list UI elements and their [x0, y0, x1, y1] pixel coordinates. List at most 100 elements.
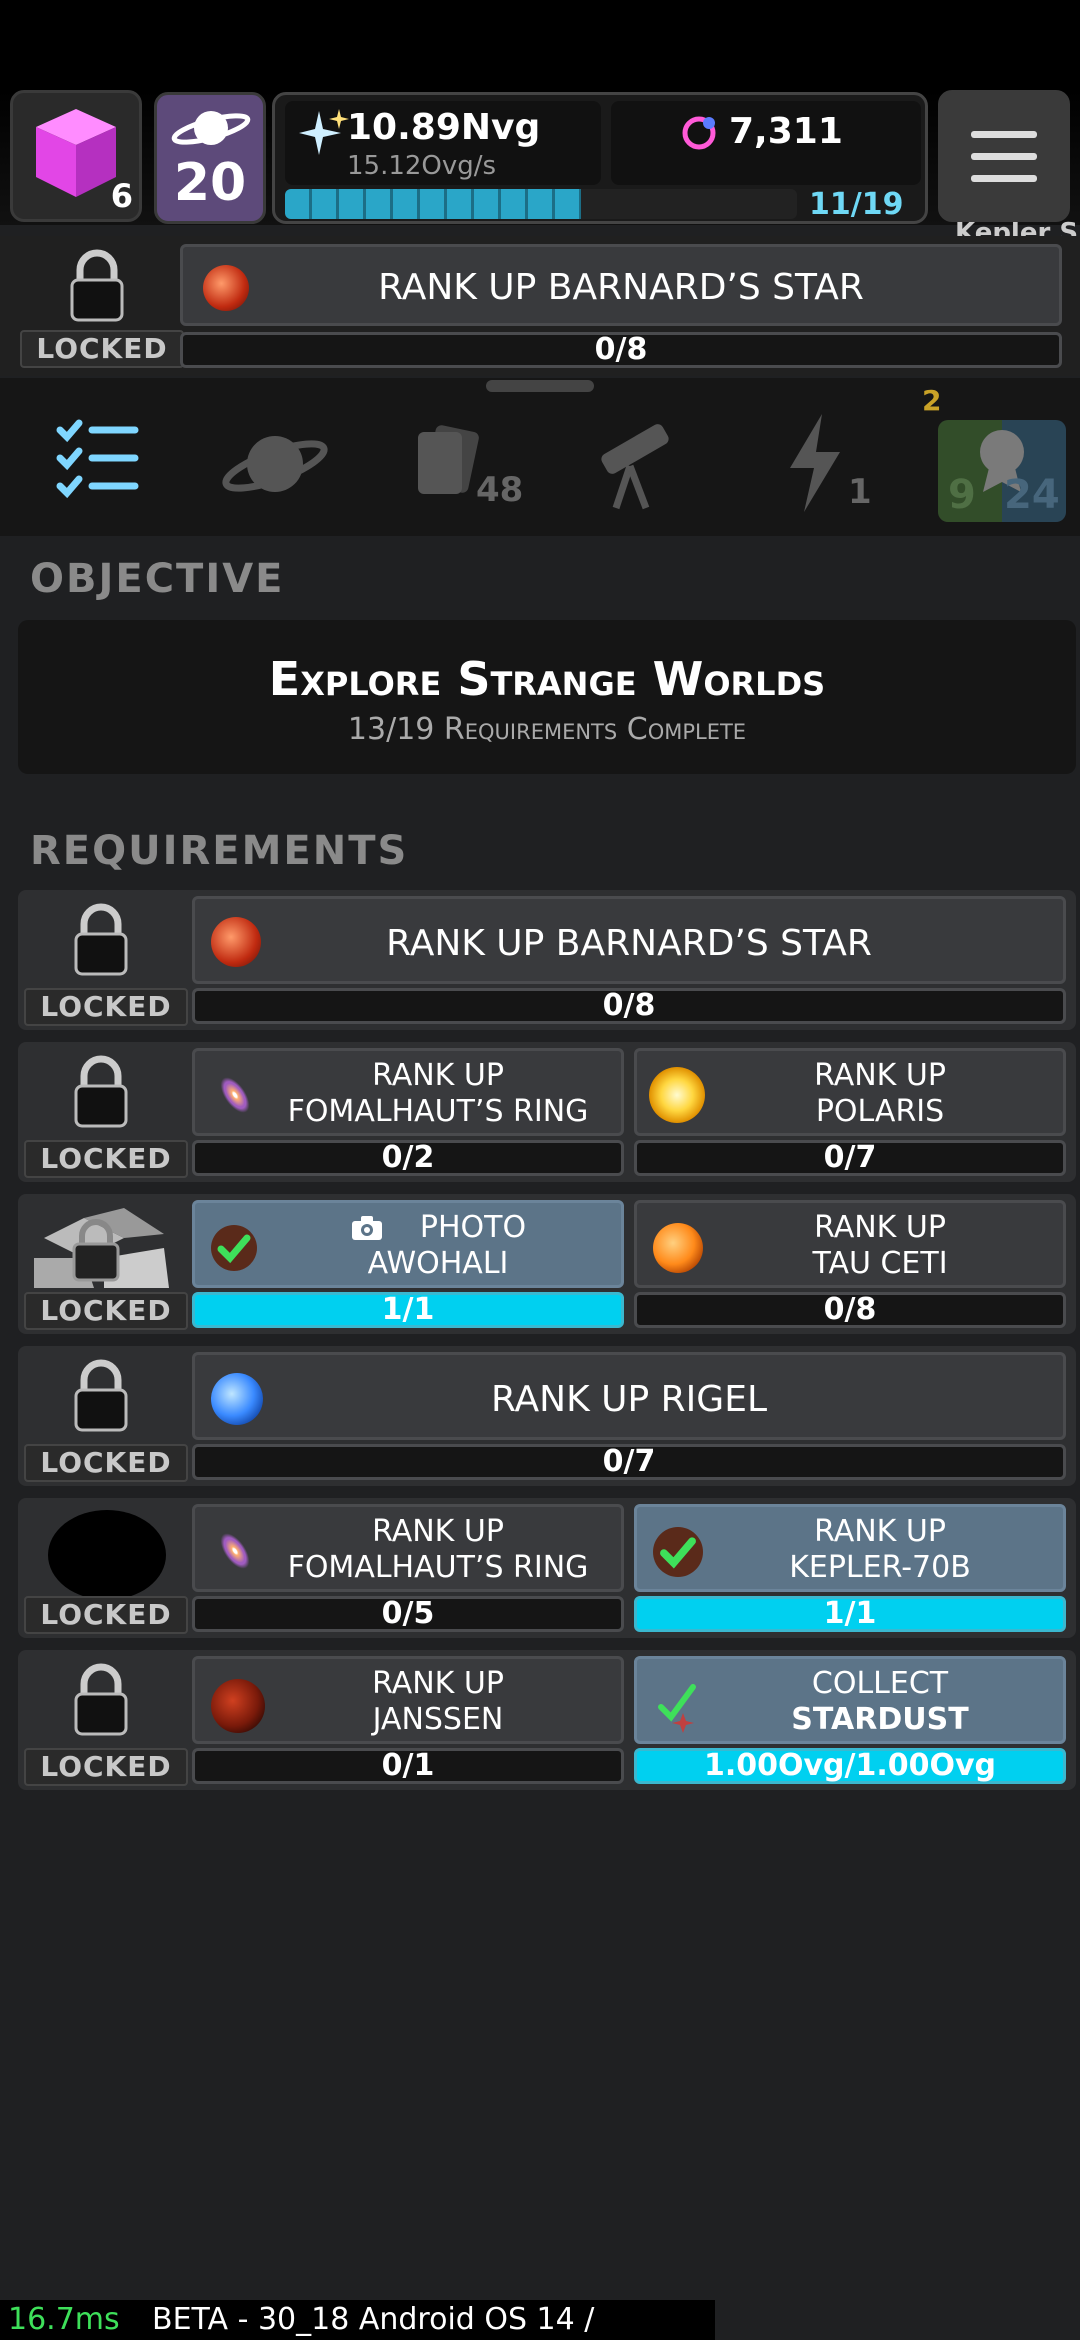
locked-label: LOCKED: [24, 1444, 188, 1482]
level-number: 20: [173, 153, 247, 213]
lock-icon: [34, 1208, 169, 1288]
card-title-line1: RANK UP: [372, 1058, 504, 1093]
rank-progress-bar: [285, 189, 797, 219]
check-icon: [211, 1225, 257, 1271]
locked-label: LOCKED: [24, 1292, 188, 1330]
card-progress: 0/1: [192, 1748, 624, 1784]
lock-column: LOCKED: [18, 1194, 188, 1334]
requirement-row: LOCKED RANK UP RIGEL 0/7: [18, 1346, 1076, 1486]
card-progress: 0/7: [192, 1444, 1066, 1480]
requirement-card-complete[interactable]: PHOTO AWOHALI: [192, 1200, 624, 1288]
card-title-line2: FOMALHAUT’S RING: [287, 1094, 589, 1129]
locked-label: LOCKED: [24, 1596, 188, 1634]
checklist-icon[interactable]: [40, 408, 150, 518]
card-title: RANK UP BARNARD’S STAR: [386, 923, 872, 964]
frame-time: 16.7ms: [8, 2302, 120, 2337]
resource-panel: 10.89Nvg 15.12Ovg/s 7,311 11/19: [272, 92, 928, 224]
cards-badge: 48: [476, 470, 524, 510]
requirement-card-complete[interactable]: RANK UP KEPLER-70B: [634, 1504, 1066, 1592]
requirement-card[interactable]: RANK UP JANSSEN: [192, 1656, 624, 1744]
card-title-line1: RANK UP: [372, 1514, 504, 1549]
sparkle-icon: [299, 109, 349, 155]
requirement-row: LOCKED RANK UP FOMALHAUT’S RING 0/2 RANK…: [18, 1042, 1076, 1182]
locked-label: LOCKED: [24, 1140, 188, 1178]
fomalhauts-ring-icon: [211, 1524, 259, 1578]
fomalhauts-ring-icon: [211, 1068, 259, 1122]
lock-column: LOCKED: [18, 1498, 188, 1638]
nvg-amount: 10.89Nvg: [347, 107, 541, 148]
lock-icon: [70, 249, 124, 322]
requirement-card[interactable]: RANK UP RIGEL: [192, 1352, 1066, 1440]
requirement-row: LOCKED RANK UP JANSSEN 0/1 COLLECT STARD…: [18, 1650, 1076, 1790]
locked-label: LOCKED: [20, 330, 184, 368]
card-progress: 0/5: [192, 1596, 624, 1632]
lightning-badge: 1: [848, 472, 872, 512]
award-badge-left: 9: [948, 472, 976, 518]
black-hole-icon: [48, 1510, 166, 1600]
locked-label: LOCKED: [24, 1748, 188, 1786]
rank-progress-fill: [285, 189, 582, 219]
menu-button[interactable]: [938, 90, 1070, 222]
card-title-line2: POLARIS: [815, 1094, 945, 1129]
nvg-counter[interactable]: 10.89Nvg 15.12Ovg/s: [285, 101, 601, 185]
achievements-tab[interactable]: 9 24: [938, 420, 1066, 522]
drag-handle[interactable]: [486, 380, 594, 392]
card-title-line1: COLLECT: [811, 1666, 949, 1701]
card-title-line2: KEPLER-70B: [789, 1550, 971, 1585]
card-progress: 0/8: [634, 1292, 1066, 1328]
requirement-card[interactable]: RANK UP BARNARD’S STAR: [192, 896, 1066, 984]
build-info: BETA - 30_18 Android OS 14 /: [152, 2302, 595, 2337]
nvg-rate: 15.12Ovg/s: [347, 151, 497, 181]
pinned-requirement[interactable]: LOCKED RANK UP BARNARD’S STAR 0/8: [0, 236, 1080, 376]
card-progress: 1.00Ovg/1.00Ovg: [634, 1748, 1066, 1784]
card-title-line1: RANK UP: [814, 1514, 946, 1549]
requirement-card-complete[interactable]: COLLECT STARDUST: [634, 1656, 1066, 1744]
tau-ceti-icon: [653, 1223, 703, 1273]
objective-card: Explore Strange Worlds 13/19 Requirement…: [18, 620, 1076, 774]
orb-counter[interactable]: 7,311: [611, 101, 921, 185]
planet-tab-icon[interactable]: [220, 408, 330, 518]
level-button[interactable]: 20: [154, 92, 266, 224]
lock-column: LOCKED: [18, 1346, 188, 1486]
card-progress: 1/1: [192, 1292, 624, 1328]
card-title-line1: RANK UP: [814, 1058, 946, 1093]
requirement-row: LOCKED RANK UP FOMALHAUT’S RING 0/5 RANK…: [18, 1498, 1076, 1638]
crown-badge: 2: [922, 384, 942, 417]
card-title-line2: STARDUST: [791, 1702, 969, 1737]
card-progress: 0/7: [634, 1140, 1066, 1176]
requirement-card[interactable]: RANK UP FOMALHAUT’S RING: [192, 1048, 624, 1136]
cube-count: 6: [110, 177, 133, 215]
card-title-line1: PHOTO: [419, 1210, 527, 1245]
pinned-title: RANK UP BARNARD’S STAR: [378, 267, 864, 308]
lock-column: LOCKED: [18, 890, 188, 1030]
orb-amount: 7,311: [729, 111, 843, 152]
card-title-line2: AWOHALI: [367, 1246, 509, 1281]
lock-icon: [74, 903, 128, 976]
lock-icon: [74, 1055, 128, 1128]
card-title: RANK UP RIGEL: [491, 1379, 767, 1420]
requirement-card[interactable]: RANK UP POLARIS: [634, 1048, 1066, 1136]
card-title-line2: TAU CETI: [812, 1246, 948, 1281]
requirement-row: LOCKED RANK UP BARNARD’S STAR 0/8: [18, 890, 1076, 1030]
telescope-icon[interactable]: [580, 408, 690, 518]
card-progress: 0/2: [192, 1140, 624, 1176]
lock-icon: [74, 1359, 128, 1432]
pinned-progress: 0/8: [180, 332, 1062, 368]
award-badge-right: 24: [1004, 472, 1060, 518]
lock-column: LOCKED: [14, 236, 184, 376]
requirement-card[interactable]: RANK UP FOMALHAUT’S RING: [192, 1504, 624, 1592]
lock-column: LOCKED: [18, 1650, 188, 1790]
pinned-card[interactable]: RANK UP BARNARD’S STAR: [180, 244, 1062, 326]
rank-progress-label: 11/19: [809, 187, 904, 222]
orb-icon: [682, 116, 716, 150]
tab-bar: 48 1 9 24 2: [0, 378, 1080, 536]
card-progress: 1/1: [634, 1596, 1066, 1632]
card-title-line2: FOMALHAUT’S RING: [287, 1550, 589, 1585]
requirement-card[interactable]: RANK UP TAU CETI: [634, 1200, 1066, 1288]
locked-label: LOCKED: [24, 988, 188, 1026]
cube-button[interactable]: 6: [10, 90, 142, 222]
card-progress: 0/8: [192, 988, 1066, 1024]
objective-heading: OBJECTIVE: [30, 556, 285, 602]
check-icon: [653, 1527, 703, 1577]
objective-subtitle: 13/19 Requirements Complete: [347, 712, 747, 747]
